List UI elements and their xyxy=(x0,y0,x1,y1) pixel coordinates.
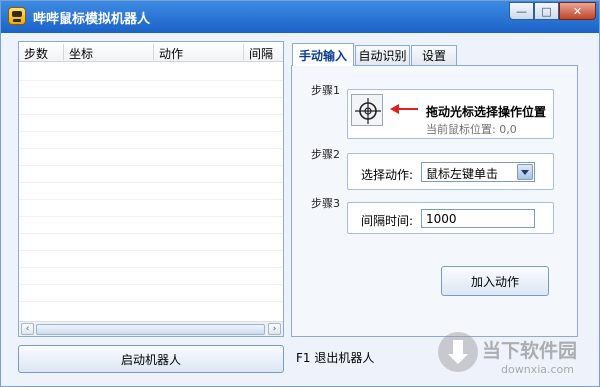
list-gridline xyxy=(19,114,283,115)
close-button[interactable]: ✕ xyxy=(559,2,596,20)
list-gridline xyxy=(19,216,283,217)
action-select-value: 鼠标左键单击 xyxy=(426,167,499,181)
exit-hotkey-hint: F1 退出机器人 xyxy=(296,351,375,365)
scroll-thumb[interactable] xyxy=(36,324,265,335)
action-select[interactable]: 鼠标左键单击 xyxy=(421,162,535,182)
red-arrow-icon xyxy=(390,104,418,114)
drag-cursor-instruction: 拖动光标选择操作位置 xyxy=(426,105,547,119)
column-divider[interactable] xyxy=(63,44,64,60)
mouse-position-readout: 当前鼠标位置: 0,0 xyxy=(426,123,517,136)
column-action[interactable]: 动作 xyxy=(159,45,239,62)
list-gridline xyxy=(19,80,283,81)
chevron-down-icon[interactable] xyxy=(517,164,533,180)
interval-input[interactable]: 1000 xyxy=(421,209,535,228)
interval-label: 间隔时间: xyxy=(361,214,414,228)
robot-face-icon xyxy=(8,7,26,25)
list-gridline xyxy=(19,284,283,285)
main-window: 哔哔鼠标模拟机器人 — □ ✕ 步数 坐标 动作 间隔 ‹ › 启动机器人 F1… xyxy=(0,0,600,387)
list-gridline xyxy=(19,301,283,302)
scroll-right-icon[interactable]: › xyxy=(268,323,281,335)
tab-auto-recognize[interactable]: 自动识别 xyxy=(355,45,410,65)
step1-label: 步骤1 xyxy=(311,84,340,97)
window-title: 哔哔鼠标模拟机器人 xyxy=(33,12,151,27)
horizontal-scrollbar[interactable]: ‹ › xyxy=(19,321,283,336)
action-list[interactable]: 步数 坐标 动作 间隔 ‹ › xyxy=(18,41,284,337)
add-action-button[interactable]: 加入动作 xyxy=(441,266,549,296)
title-bar[interactable]: 哔哔鼠标模拟机器人 — □ ✕ xyxy=(1,1,599,33)
column-divider[interactable] xyxy=(243,44,244,60)
column-coordinate[interactable]: 坐标 xyxy=(69,45,149,62)
start-robot-button[interactable]: 启动机器人 xyxy=(18,345,284,373)
watermark-url: downxia.com xyxy=(501,363,574,376)
list-gridline xyxy=(19,267,283,268)
list-gridline xyxy=(19,199,283,200)
minimize-button[interactable]: — xyxy=(509,2,534,20)
action-select-label: 选择动作: xyxy=(361,168,414,182)
crosshair-icon[interactable] xyxy=(351,94,383,126)
list-gridline xyxy=(19,148,283,149)
download-logo-icon xyxy=(438,332,478,372)
scroll-left-icon[interactable]: ‹ xyxy=(21,323,34,335)
list-gridline xyxy=(19,233,283,234)
column-divider[interactable] xyxy=(153,44,154,60)
step3-label: 步骤3 xyxy=(311,197,340,210)
maximize-button[interactable]: □ xyxy=(534,2,559,20)
column-step[interactable]: 步数 xyxy=(24,45,64,62)
tab-manual-input[interactable]: 手动输入 xyxy=(292,43,354,66)
list-header: 步数 坐标 动作 间隔 xyxy=(19,42,283,62)
list-gridline xyxy=(19,131,283,132)
watermark-text: 当下软件园 xyxy=(482,340,578,362)
list-gridline xyxy=(19,165,283,166)
list-gridline xyxy=(19,97,283,98)
step2-label: 步骤2 xyxy=(311,148,340,161)
list-gridline xyxy=(19,182,283,183)
column-interval[interactable]: 间隔 xyxy=(249,45,281,62)
list-gridline xyxy=(19,250,283,251)
tab-settings[interactable]: 设置 xyxy=(411,45,457,65)
